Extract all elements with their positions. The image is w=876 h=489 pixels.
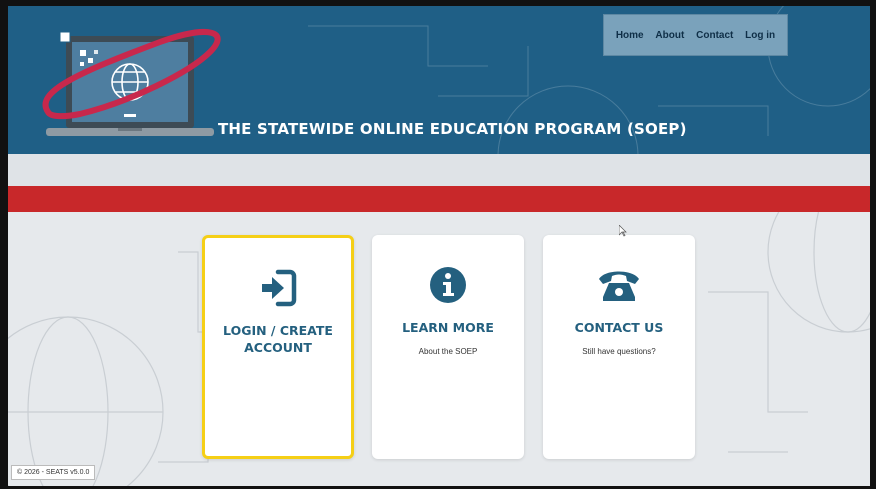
page-frame: THE STATEWIDE ONLINE EDUCATION PROGRAM (…	[8, 6, 870, 486]
site-title: THE STATEWIDE ONLINE EDUCATION PROGRAM (…	[218, 120, 687, 138]
soep-logo	[42, 29, 221, 136]
site-header: THE STATEWIDE ONLINE EDUCATION PROGRAM (…	[8, 6, 870, 154]
mouse-cursor-icon	[619, 225, 627, 237]
learn-more-card[interactable]: LEARN MORE About the SOEP	[372, 235, 524, 459]
card-title: LEARN MORE	[402, 320, 494, 335]
card-title: CONTACT US	[574, 320, 664, 335]
card-subtitle: About the SOEP	[418, 347, 478, 356]
top-nav: Home About Contact Log in	[603, 14, 788, 56]
pattern-band	[8, 154, 870, 186]
contact-us-card[interactable]: CONTACT US Still have questions?	[543, 235, 695, 459]
nav-about[interactable]: About	[655, 30, 684, 41]
card-title-line2: ACCOUNT	[244, 340, 312, 355]
version-footer: © 2026 - SEATS v5.0.0	[11, 465, 96, 480]
nav-login[interactable]: Log in	[745, 30, 775, 41]
sign-in-icon	[262, 269, 297, 307]
login-create-account-card[interactable]: LOGIN / CREATE ACCOUNT	[202, 235, 354, 459]
nav-home[interactable]: Home	[616, 30, 644, 41]
card-title-line1: LOGIN / CREATE	[223, 323, 333, 338]
phone-icon	[599, 271, 639, 301]
red-divider-bar	[8, 186, 870, 212]
nav-contact[interactable]: Contact	[696, 30, 733, 41]
card-subtitle: Still have questions?	[582, 347, 656, 356]
info-circle-icon	[430, 267, 466, 303]
